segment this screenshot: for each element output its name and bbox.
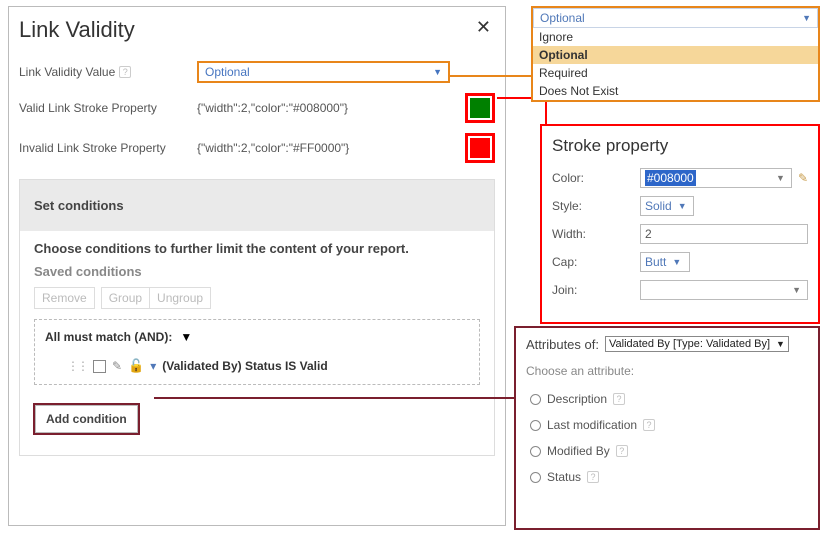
link-validity-dialog: Link Validity ✕ Link Validity Value ? Op… <box>8 6 506 526</box>
invalid-swatch-frame <box>465 133 495 163</box>
radio-icon <box>530 446 541 457</box>
validity-dropdown-selected[interactable]: Optional ▼ <box>533 8 818 28</box>
attr-option-last-modification[interactable]: Last modification ? <box>530 418 808 432</box>
chevron-down-icon: ▼ <box>802 13 811 23</box>
chevron-down-icon[interactable]: ▾ <box>150 359 156 373</box>
and-group-label: All must match (AND): <box>45 330 172 344</box>
stroke-style-select[interactable]: Solid ▼ <box>640 196 694 216</box>
help-icon[interactable]: ? <box>587 471 599 483</box>
valid-swatch[interactable] <box>470 98 490 118</box>
drag-handle-icon[interactable]: ⋮⋮ <box>67 359 87 373</box>
edit-icon[interactable]: ✎ <box>798 171 808 185</box>
help-icon[interactable]: ? <box>616 445 628 457</box>
stroke-style-label: Style: <box>552 199 640 213</box>
connector-line <box>450 75 532 77</box>
radio-icon <box>530 472 541 483</box>
add-condition-button[interactable]: Add condition <box>35 405 138 433</box>
valid-swatch-frame <box>465 93 495 123</box>
connector-line <box>154 397 516 399</box>
stroke-width-value: 2 <box>645 227 652 241</box>
help-icon[interactable]: ? <box>119 66 131 78</box>
dropdown-selected-text: Optional <box>540 11 585 25</box>
dialog-title: Link Validity <box>19 17 495 43</box>
chevron-down-icon: ▼ <box>678 201 687 211</box>
stroke-join-select[interactable]: ▼ <box>640 280 808 300</box>
chevron-down-icon: ▼ <box>776 339 785 349</box>
stroke-width-label: Width: <box>552 227 640 241</box>
close-icon[interactable]: ✕ <box>476 17 491 38</box>
saved-conditions-label: Saved conditions <box>34 264 480 279</box>
stroke-color-select[interactable]: #008000 ▼ <box>640 168 792 188</box>
validity-dropdown-popup: Optional ▼ Ignore Optional Required Does… <box>531 6 820 102</box>
dropdown-option-optional[interactable]: Optional <box>533 46 818 64</box>
help-icon[interactable]: ? <box>643 419 655 431</box>
chevron-down-icon: ▼ <box>433 67 442 77</box>
radio-icon <box>530 394 541 405</box>
attr-option-description[interactable]: Description ? <box>530 392 808 406</box>
link-validity-value-selected: Optional <box>205 65 250 79</box>
attributes-of-select[interactable]: Validated By [Type: Validated By] ▼ <box>605 336 789 352</box>
stroke-join-label: Join: <box>552 283 640 297</box>
condition-text: (Validated By) Status IS Valid <box>162 359 327 373</box>
attr-option-label: Modified By <box>547 444 610 458</box>
conditions-description: Choose conditions to further limit the c… <box>34 241 480 256</box>
ungroup-button[interactable]: Ungroup <box>149 287 211 309</box>
stroke-color-value: #008000 <box>645 170 696 186</box>
stroke-cap-label: Cap: <box>552 255 640 269</box>
stroke-cap-select[interactable]: Butt ▼ <box>640 252 690 272</box>
invalid-stroke-value: {"width":2,"color":"#FF0000"} <box>197 141 349 155</box>
link-validity-value-select[interactable]: Optional ▼ <box>197 61 450 83</box>
attributes-of-value: Validated By [Type: Validated By] <box>609 338 770 350</box>
remove-button[interactable]: Remove <box>34 287 95 309</box>
radio-icon <box>530 420 541 431</box>
conditions-panel: Set conditions Choose conditions to furt… <box>19 179 495 456</box>
attr-option-label: Status <box>547 470 581 484</box>
stroke-color-label: Color: <box>552 171 640 185</box>
valid-stroke-value: {"width":2,"color":"#008000"} <box>197 101 348 115</box>
invalid-swatch[interactable] <box>470 138 490 158</box>
invalid-stroke-label: Invalid Link Stroke Property <box>19 141 166 155</box>
chevron-down-icon[interactable]: ▼ <box>180 330 192 344</box>
link-validity-value-label: Link Validity Value <box>19 65 115 79</box>
and-group: All must match (AND): ▼ ⋮⋮ ✎ 🔓 ▾ (Valida… <box>34 319 480 385</box>
stroke-property-panel: Stroke property Color: #008000 ▼ ✎ Style… <box>540 124 820 324</box>
stroke-width-input[interactable]: 2 <box>640 224 808 244</box>
chevron-down-icon: ▼ <box>790 285 803 295</box>
chevron-down-icon: ▼ <box>774 173 787 183</box>
add-condition-highlight: Add condition <box>33 403 140 435</box>
condition-checkbox[interactable] <box>93 360 106 373</box>
stroke-title: Stroke property <box>552 136 808 156</box>
stroke-style-value: Solid <box>645 199 672 213</box>
chevron-down-icon: ▼ <box>672 257 681 267</box>
dropdown-option-required[interactable]: Required <box>533 64 818 82</box>
edit-icon[interactable]: ✎ <box>112 359 122 373</box>
attr-option-label: Description <box>547 392 607 406</box>
conditions-header: Set conditions <box>20 180 494 231</box>
help-icon[interactable]: ? <box>613 393 625 405</box>
attr-option-modified-by[interactable]: Modified By ? <box>530 444 808 458</box>
valid-stroke-label: Valid Link Stroke Property <box>19 101 157 115</box>
dropdown-option-ignore[interactable]: Ignore <box>533 28 818 46</box>
lock-icon[interactable]: 🔓 <box>128 358 144 374</box>
condition-row: ⋮⋮ ✎ 🔓 ▾ (Validated By) Status IS Valid <box>45 358 469 374</box>
attributes-panel: Attributes of: Validated By [Type: Valid… <box>514 326 820 530</box>
attr-option-label: Last modification <box>547 418 637 432</box>
dropdown-option-does-not-exist[interactable]: Does Not Exist <box>533 82 818 100</box>
attr-option-status[interactable]: Status ? <box>530 470 808 484</box>
stroke-cap-value: Butt <box>645 255 666 269</box>
group-button[interactable]: Group <box>101 287 149 309</box>
attributes-of-label: Attributes of: <box>526 337 599 352</box>
choose-attribute-label: Choose an attribute: <box>526 364 808 378</box>
